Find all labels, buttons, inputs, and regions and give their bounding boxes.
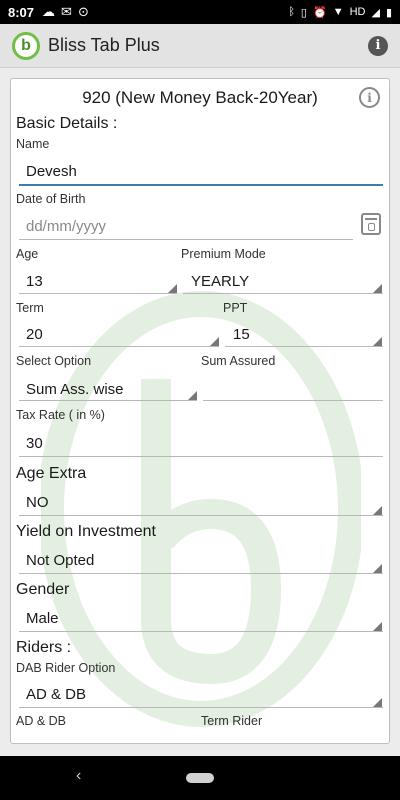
term-select[interactable]: 20	[26, 326, 43, 343]
calendar-icon[interactable]	[361, 213, 381, 235]
section-riders: Riders :	[16, 639, 72, 656]
dob-label: Date of Birth	[16, 192, 86, 206]
select-option-select[interactable]: Sum Ass. wise	[26, 381, 124, 398]
dropdown-triangle-icon	[373, 506, 382, 515]
back-icon[interactable]: ‹	[76, 767, 81, 785]
premium-mode-select[interactable]: YEARLY	[191, 273, 249, 290]
name-label: Name	[16, 137, 50, 151]
plan-title: 920 (New Money Back-20Year)	[82, 88, 318, 107]
dob-input[interactable]: dd/mm/yyyy	[26, 218, 106, 235]
home-pill-icon[interactable]	[186, 773, 214, 783]
dropdown-triangle-icon	[168, 284, 177, 293]
info-icon[interactable]: i	[368, 35, 388, 56]
app-logo-icon: b	[12, 31, 40, 60]
dab-rider-select[interactable]: AD & DB	[26, 686, 86, 703]
app-bar: b Bliss Tab Plus i	[0, 24, 400, 68]
gender-select[interactable]: Male	[26, 610, 59, 627]
vibrate-icon: ▯	[300, 6, 307, 19]
select-option-label: Select Option	[16, 354, 92, 368]
navigation-bar: ‹	[0, 756, 400, 800]
battery-icon: ▮	[385, 6, 392, 19]
section-basic-details: Basic Details :	[16, 115, 118, 132]
network-label: HD	[349, 6, 366, 18]
name-input-underline	[19, 184, 383, 186]
premium-mode-label: Premium Mode	[181, 247, 266, 261]
dropdown-triangle-icon	[373, 284, 382, 293]
dropdown-triangle-icon	[373, 564, 382, 573]
status-left-icons: ☁ ✉ ⊙	[42, 4, 89, 20]
dob-input-underline	[19, 239, 353, 240]
yield-underline	[19, 573, 383, 574]
tax-rate-input[interactable]: 30	[26, 435, 43, 452]
sum-assured-underline	[203, 400, 383, 401]
dropdown-triangle-icon	[188, 391, 197, 400]
dab-rider-label: DAB Rider Option	[16, 661, 116, 675]
app-title: Bliss Tab Plus	[48, 35, 160, 55]
dab-rider-underline	[19, 707, 383, 708]
ad-db-label: AD & DB	[16, 714, 67, 728]
ppt-select[interactable]: 15	[233, 326, 250, 343]
sum-assured-label: Sum Assured	[201, 354, 276, 368]
tax-rate-label: Tax Rate ( in %)	[16, 408, 105, 422]
age-label: Age	[16, 247, 39, 261]
dropdown-triangle-icon	[373, 698, 382, 707]
status-time: 8:07	[8, 4, 35, 20]
section-yield: Yield on Investment	[16, 523, 156, 540]
select-option-underline	[19, 400, 197, 401]
signal-icon: ◢	[371, 6, 380, 19]
age-select[interactable]: 13	[26, 273, 43, 290]
gender-underline	[19, 631, 383, 632]
status-right-icons: ᛒ ▯ ⏰ ▼ HD ◢ ▮	[288, 6, 392, 19]
info-circle-icon[interactable]: i	[359, 87, 380, 108]
dropdown-triangle-icon	[373, 337, 382, 346]
section-age-extra: Age Extra	[16, 465, 87, 482]
status-bar: 8:07 ☁ ✉ ⊙ ᛒ ▯ ⏰ ▼ HD ◢ ▮	[0, 0, 400, 24]
plan-form-card: 920 (New Money Back-20Year) i Basic Deta…	[10, 78, 390, 744]
age-extra-select[interactable]: NO	[26, 494, 49, 511]
age-extra-underline	[19, 515, 383, 516]
gmail-icon: ✉	[61, 4, 72, 19]
yield-select[interactable]: Not Opted	[26, 552, 94, 569]
alarm-icon: ⏰	[312, 6, 327, 19]
dropdown-triangle-icon	[373, 622, 382, 631]
ppt-label: PPT	[223, 301, 248, 315]
calendar-person-icon	[368, 223, 375, 231]
age-select-underline	[19, 293, 177, 294]
cloud-icon: ☁	[42, 4, 56, 19]
bluetooth-icon: ᛒ	[288, 6, 295, 18]
term-rider-label: Term Rider	[201, 714, 263, 728]
dropdown-triangle-icon	[210, 337, 219, 346]
tax-rate-underline	[19, 456, 383, 457]
ppt-select-underline	[225, 346, 383, 347]
sync-icon: ⊙	[77, 4, 89, 19]
term-label: Term	[16, 301, 44, 315]
premium-mode-underline	[183, 293, 383, 294]
section-gender: Gender	[16, 581, 70, 598]
name-input[interactable]: Devesh	[26, 163, 77, 180]
wifi-icon: ▼	[332, 6, 344, 18]
term-select-underline	[19, 346, 219, 347]
